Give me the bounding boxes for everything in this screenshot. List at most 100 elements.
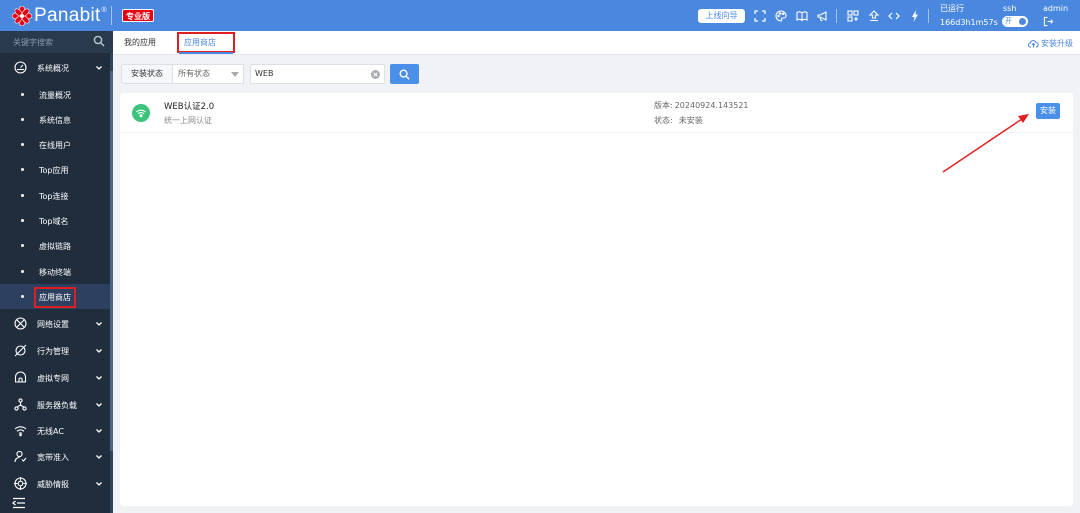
sidebar-search-placeholder: 关键字搜索 xyxy=(13,38,53,47)
sidebar-item-mobile-terminals[interactable]: 移动终端 xyxy=(0,259,110,284)
status-value: 未安装 xyxy=(678,116,703,125)
install-upgrade-label: 安装升级 xyxy=(1041,39,1073,48)
sidebar-item-top-apps[interactable]: Top应用 xyxy=(0,157,110,182)
chevron-down-icon xyxy=(96,376,102,380)
sidebar-item-top-domains[interactable]: Top域名 xyxy=(0,208,110,233)
toolbar-divider xyxy=(928,9,929,23)
logo[interactable]: Panabit ® xyxy=(12,5,107,27)
search-button[interactable] xyxy=(390,64,419,84)
install-status-value: 所有状态 xyxy=(178,69,210,78)
bullet-icon xyxy=(21,93,24,96)
nav-group-system-overview[interactable]: 系统概况 xyxy=(0,55,113,81)
nav-group-label: 威胁情报 xyxy=(37,480,69,489)
app-description: 统一上网认证 xyxy=(164,116,212,125)
uptime-value: 166d3h1m57s xyxy=(940,18,998,27)
app-name: WEB认证2.0 xyxy=(164,102,215,112)
top-bar: Panabit ® 专业版 上线向导 已运行 166d3h1m57s ssh 开… xyxy=(0,0,1080,31)
book-icon[interactable] xyxy=(796,10,808,22)
vpn-icon xyxy=(14,371,27,383)
bullet-icon xyxy=(21,143,24,146)
lightning-icon[interactable] xyxy=(909,10,921,22)
tabs-bar: 我的应用 应用商店 安装升级 xyxy=(113,31,1080,55)
app-list-card: WEB认证2.0 统一上网认证 版本: 20240924.143521 状态: 未安… xyxy=(120,93,1073,506)
sidebar-item-label: 移动终端 xyxy=(39,268,71,277)
panabit-flower-icon xyxy=(12,6,32,26)
online-wizard-button[interactable]: 上线向导 xyxy=(698,9,745,23)
nav-group-behavior-management[interactable]: 行为管理 xyxy=(0,338,113,364)
status-label: 状态: xyxy=(654,116,673,125)
nav-group-label: 系统概况 xyxy=(37,64,69,73)
megaphone-icon[interactable] xyxy=(817,10,829,22)
sidebar-search[interactable]: 关键字搜索 xyxy=(0,31,113,53)
cloud-upload-icon xyxy=(1028,40,1039,48)
install-button[interactable]: 安装 xyxy=(1036,103,1060,119)
nav-group-server-load[interactable]: 服务器负载 xyxy=(0,392,113,418)
username[interactable]: admin xyxy=(1043,3,1068,14)
network-icon xyxy=(14,317,27,330)
bullet-icon xyxy=(21,270,24,273)
upload-icon[interactable] xyxy=(868,10,880,22)
chevron-down-icon xyxy=(96,349,102,353)
app-status: 状态: 未安装 xyxy=(654,115,703,126)
bullet-icon xyxy=(21,118,24,121)
uptime-label: 已运行 xyxy=(940,4,964,13)
wifi-icon xyxy=(14,426,27,437)
app-search-input[interactable]: WEB xyxy=(250,64,385,84)
nav-group-network-settings[interactable]: 网络设置 xyxy=(0,311,113,337)
bullet-icon xyxy=(21,219,24,222)
nav-group-threat-intel[interactable]: 威胁情报 xyxy=(0,471,113,497)
bullet-icon xyxy=(21,244,24,247)
search-icon xyxy=(399,69,410,80)
bullet-icon xyxy=(21,168,24,171)
server-load-icon xyxy=(14,398,27,411)
sidebar-item-label: Top应用 xyxy=(39,166,69,175)
sidebar-item-label: 应用商店 xyxy=(34,287,76,308)
sidebar-item-system-info[interactable]: 系统信息 xyxy=(0,107,110,132)
install-status-select[interactable]: 所有状态 xyxy=(172,64,244,84)
tab-highlight-box xyxy=(177,32,235,53)
bullet-icon xyxy=(21,194,24,197)
nav-group-label: 网络设置 xyxy=(37,320,69,329)
nav-group-label: 行为管理 xyxy=(37,347,69,356)
palette-icon[interactable] xyxy=(775,10,787,22)
collapse-menu-icon[interactable] xyxy=(12,497,26,509)
sidebar-item-label: Top域名 xyxy=(39,217,69,226)
sidebar-item-top-connections[interactable]: Top连接 xyxy=(0,183,110,208)
uptime-block: 已运行 166d3h1m57s xyxy=(940,3,998,28)
main-content: 我的应用 应用商店 安装升级 安装状态 所有状态 WEB WEB认证2.0 统一… xyxy=(113,31,1080,513)
edition-badge: 专业版 xyxy=(122,9,154,22)
sidebar-item-traffic-overview[interactable]: 流量概况 xyxy=(0,82,110,107)
code-icon[interactable] xyxy=(888,10,900,22)
chevron-down-icon xyxy=(96,403,102,407)
sidebar-item-app-store[interactable]: 应用商店 xyxy=(0,284,110,309)
user-access-icon xyxy=(14,450,27,463)
install-upgrade-link[interactable]: 安装升级 xyxy=(1028,38,1073,49)
sidebar-item-virtual-links[interactable]: 虚拟链路 xyxy=(0,233,110,258)
sidebar: 关键字搜索 系统概况 流量概况 系统信息 在线用户 Top应用 Top连接 To… xyxy=(0,31,113,513)
tab-active-indicator xyxy=(179,52,233,54)
chevron-down-icon xyxy=(96,429,102,433)
tab-my-apps[interactable]: 我的应用 xyxy=(124,37,156,48)
logo-registered-mark: ® xyxy=(101,6,108,14)
version-value: 20240924.143521 xyxy=(674,101,749,110)
expand-icon[interactable] xyxy=(754,10,766,22)
bullet-icon xyxy=(21,295,24,298)
nav-group-broadband-access[interactable]: 宽带准入 xyxy=(0,444,113,470)
clear-icon[interactable] xyxy=(371,70,380,79)
logout-icon[interactable] xyxy=(1043,16,1055,28)
dashboard-icon xyxy=(14,61,27,74)
ssh-toggle[interactable]: 开 xyxy=(1002,16,1028,27)
grid-icon[interactable] xyxy=(847,10,859,22)
behavior-icon xyxy=(14,344,27,357)
install-status-label: 安装状态 xyxy=(121,64,173,84)
nav-group-wireless-ac[interactable]: 无线AC xyxy=(0,418,113,444)
nav-group-label: 宽带准入 xyxy=(37,453,69,462)
nav-group-label: 服务器负载 xyxy=(37,401,77,410)
search-icon[interactable] xyxy=(93,35,105,47)
nav-group-label: 无线AC xyxy=(37,427,64,436)
app-row: WEB认证2.0 统一上网认证 版本: 20240924.143521 状态: 未安… xyxy=(120,93,1073,133)
caret-down-icon xyxy=(231,72,239,77)
nav-group-vpn[interactable]: 虚拟专网 xyxy=(0,365,113,391)
app-version: 版本: 20240924.143521 xyxy=(654,100,749,111)
sidebar-item-online-users[interactable]: 在线用户 xyxy=(0,132,110,157)
